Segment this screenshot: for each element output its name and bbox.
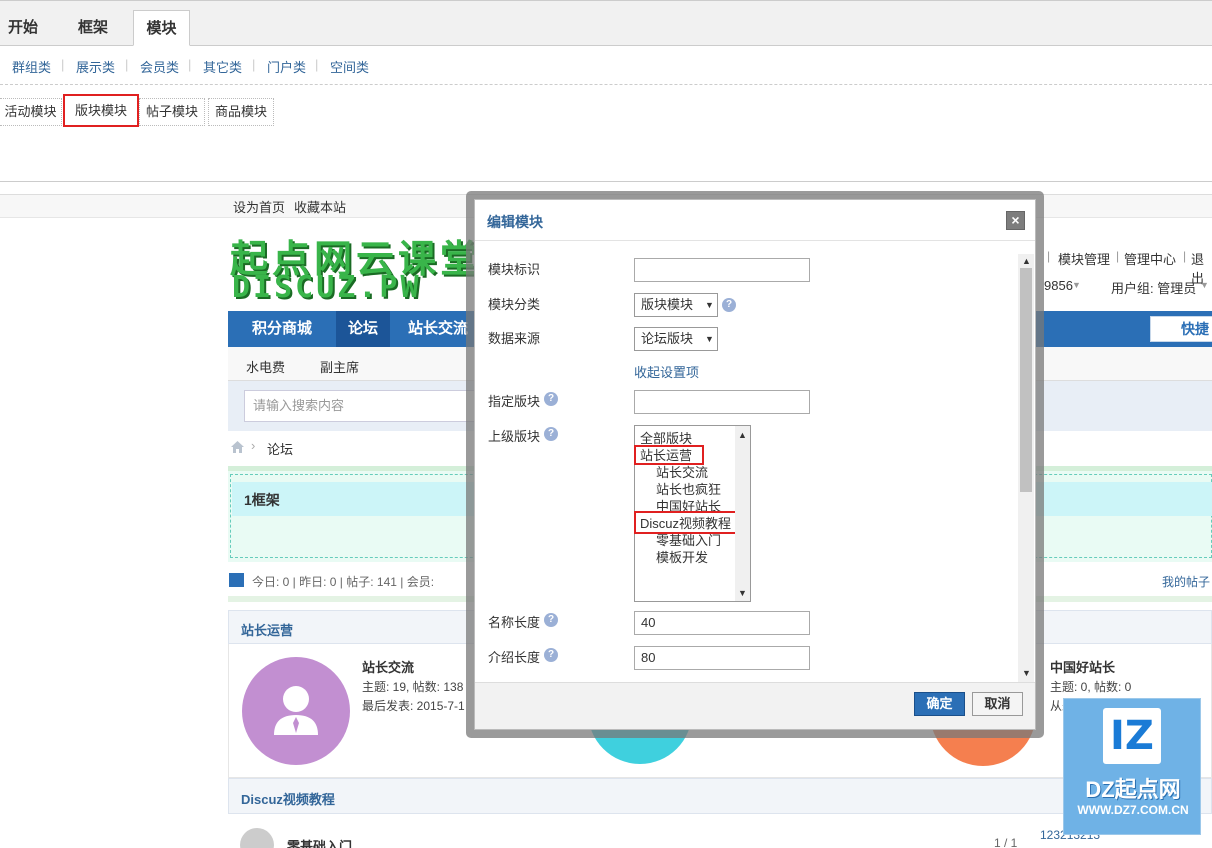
nav-webmaster[interactable]: 站长交流 [400,311,476,347]
cancel-button[interactable]: 取消 [972,692,1023,716]
usergroup-label[interactable]: 用户组: 管理员 [1111,278,1196,297]
cat-portal[interactable]: 门户类 [267,57,306,76]
highlight-box [634,511,742,534]
intro-length-label: 介绍长度 [488,650,541,665]
divider: | [1183,249,1187,263]
divider: | [61,57,65,72]
module-category-label: 模块分类 [488,297,541,312]
watermark-name: DZ起点网 [1085,777,1181,802]
forum-stats: 主题: 0, 帖数: 0 [1050,680,1132,694]
nav-forum[interactable]: 论坛 [336,311,390,347]
name-length-input[interactable]: 40 [634,611,810,635]
help-icon[interactable]: ? [544,648,558,662]
module-manage-link[interactable]: 模块管理 [1058,249,1110,268]
help-icon[interactable]: ? [544,613,558,627]
nav-points-mall[interactable]: 积分商城 [232,311,332,347]
diy-frame-label: 1框架 [244,492,280,508]
dialog-title: 编辑模块 [487,214,543,230]
chevron-down-icon: ▼ [1200,280,1209,290]
bookmark-link[interactable]: 收藏本站 [294,197,346,216]
parent-forum-label: 上级版块 [488,429,541,444]
close-icon[interactable]: × [1006,211,1025,230]
watermark-url: WWW.DZ7.COM.CN [1077,803,1189,817]
forum-icon[interactable] [240,828,274,848]
set-homepage-link[interactable]: 设为首页 [233,197,285,216]
help-icon[interactable]: ? [722,298,736,312]
admin-center-link[interactable]: 管理中心 [1124,249,1176,268]
credits-value[interactable]: 9856 [1044,278,1073,293]
forum-name[interactable]: 站长交流 [362,657,414,676]
help-icon[interactable]: ? [544,427,558,441]
cat-group[interactable]: 群组类 [12,57,51,76]
forum-stats: 主题: 19, 帖数: 138 [362,680,464,694]
tab-module[interactable]: 模块 [133,10,190,46]
forum-icon[interactable] [242,657,350,765]
cat-display[interactable]: 展示类 [76,57,115,76]
select-value: 版块模块 [641,297,694,312]
cat-other[interactable]: 其它类 [203,57,242,76]
scrollbar-thumb[interactable] [1020,268,1032,492]
module-activity-button[interactable]: 活动模块 [0,98,62,126]
module-id-label: 模块标识 [488,262,541,277]
chevron-down-icon: ▼ [1072,280,1081,290]
category-title[interactable]: Discuz视频教程 [241,789,335,808]
home-icon[interactable] [230,440,245,454]
breadcrumb[interactable]: 论坛 [267,439,293,458]
confirm-button[interactable]: 确定 [914,692,965,716]
module-thread-button[interactable]: 帖子模块 [139,98,205,126]
module-category-bar [0,52,1212,78]
user-icon [274,686,318,735]
subnav-item[interactable]: 副主席 [320,357,359,376]
divider: | [252,57,256,72]
divider: | [188,57,192,72]
divider [475,240,1035,241]
scroll-down-icon[interactable]: ▼ [738,588,747,598]
tab-start[interactable]: 开始 [0,10,46,46]
module-forum-button[interactable]: 版块模块 [63,94,139,127]
select-value: 论坛版块 [641,331,694,346]
intro-length-input[interactable]: 80 [634,646,810,670]
divider: | [125,57,129,72]
stats-icon [229,573,244,587]
divider: | [1047,249,1051,263]
search-input[interactable]: 请输入搜索内容 [244,390,504,422]
chevron-right-icon: › [251,438,256,453]
chevron-down-icon: ▼ [705,300,714,310]
module-id-input[interactable] [634,258,810,282]
help-icon[interactable]: ? [544,392,558,406]
name-length-label: 名称长度 [488,615,541,630]
collapse-settings-link[interactable]: 收起设置项 [634,362,699,381]
cat-member[interactable]: 会员类 [140,57,179,76]
quick-nav-button[interactable]: 快捷导航 [1150,316,1212,361]
page-count: 1 / 1 [994,836,1018,848]
divider: | [315,57,319,72]
cat-space[interactable]: 空间类 [330,57,369,76]
divider: | [1116,249,1120,263]
forum-input[interactable] [634,390,810,414]
forum-name[interactable]: 零基础入门 [287,836,352,848]
divider [0,84,1212,85]
data-source-label: 数据来源 [488,331,541,346]
forum-last-post[interactable]: 最后发表: 2015-7-1 [362,697,465,714]
module-goods-button[interactable]: 商品模块 [208,98,274,126]
chevron-down-icon: ▼ [705,334,714,344]
forum-name[interactable]: 中国好站长 [1050,657,1115,676]
tab-frame[interactable]: 框架 [66,10,120,46]
scroll-up-icon[interactable]: ▲ [738,430,747,440]
site-logo-en[interactable]: DISCUZ.PW [232,270,422,305]
category-title[interactable]: 站长运营 [241,620,293,639]
subnav-item[interactable]: 水电费 [246,357,285,376]
watermark-logo: IZ [1103,708,1161,764]
list-option[interactable]: 模板开发 [656,547,708,566]
listbox-scrollbar[interactable] [735,426,750,601]
forum-stats: 今日: 0 | 昨日: 0 | 帖子: 141 | 会员: [252,575,435,589]
highlight-box [634,445,704,465]
forum-label: 指定版块 [488,394,541,409]
scroll-down-icon[interactable]: ▼ [1022,668,1031,678]
my-threads-link[interactable]: 我的帖子 [1162,573,1210,590]
scroll-up-icon[interactable]: ▲ [1022,256,1031,266]
